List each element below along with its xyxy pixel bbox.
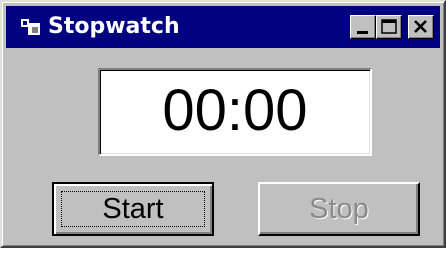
stopwatch-window: Stopwatch 00:00 Start Stop bbox=[0, 0, 446, 248]
title-bar[interactable]: Stopwatch bbox=[6, 6, 440, 48]
close-button[interactable] bbox=[408, 15, 434, 39]
minimize-icon bbox=[357, 31, 368, 34]
time-display: 00:00 bbox=[98, 68, 372, 156]
minimize-button[interactable] bbox=[350, 15, 376, 39]
maximize-button[interactable] bbox=[376, 15, 402, 39]
maximize-icon bbox=[381, 19, 397, 34]
stopwatch-app-icon[interactable] bbox=[20, 18, 42, 36]
stop-button[interactable]: Stop bbox=[258, 182, 420, 236]
start-button[interactable]: Start bbox=[52, 182, 214, 236]
time-display-text: 00:00 bbox=[162, 78, 308, 143]
window-title: Stopwatch bbox=[48, 14, 180, 39]
stop-button-label: Stop bbox=[309, 193, 369, 225]
start-button-label: Start bbox=[102, 193, 164, 225]
close-icon bbox=[414, 20, 427, 33]
